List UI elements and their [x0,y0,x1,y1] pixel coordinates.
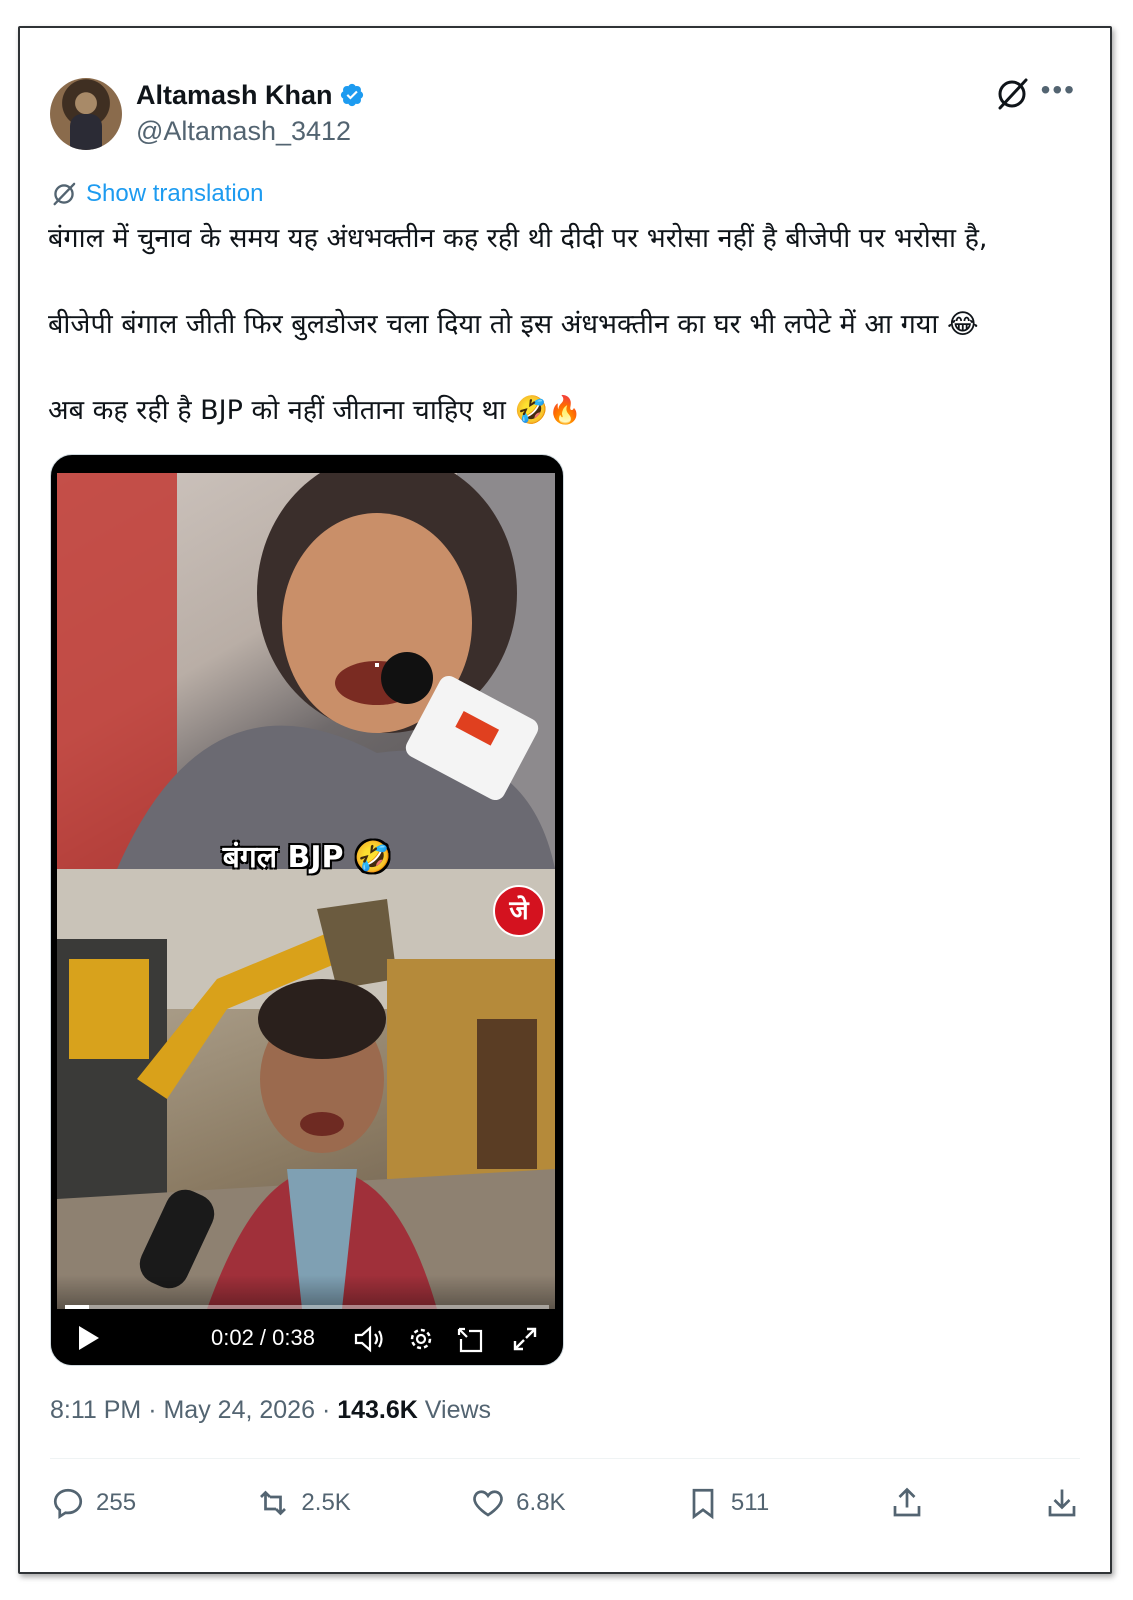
show-translation-link[interactable]: Show translation [50,180,263,208]
views-count: 143.6K [337,1396,418,1424]
download-button[interactable] [1044,1485,1080,1521]
repost-button[interactable]: 2.5K [255,1485,351,1521]
picture-in-picture-icon[interactable] [455,1325,485,1355]
like-count: 6.8K [516,1489,566,1516]
grok-icon[interactable] [994,76,1030,112]
reply-icon [53,1488,83,1520]
download-icon [1048,1489,1076,1517]
bookmark-icon [692,1488,714,1520]
more-icon[interactable]: ••• [1041,74,1076,106]
video-progress-fill [65,1305,90,1309]
divider [50,1458,1080,1459]
share-button[interactable] [889,1485,925,1521]
tweet-date[interactable]: May 24, 2026 [163,1396,315,1424]
grok-translate-icon [53,182,76,206]
tweet-card: Altamash Khan @Altamash_3412 ••• Show tr… [18,26,1112,1574]
author-handle[interactable]: @Altamash_3412 [136,116,351,147]
meta-separator: · [321,1396,338,1424]
video-player[interactable]: बंगल BJP 🤣 जे 0:02 / 0:38 [50,454,564,1366]
views-label: Views [424,1396,492,1424]
tweet-time[interactable]: 8:11 PM [50,1396,141,1424]
settings-gear-icon[interactable] [407,1325,435,1353]
verified-badge-icon [340,83,363,107]
video-controls: 0:02 / 0:38 [51,1275,563,1365]
channel-logo: जे [493,885,545,937]
tweet-text-line: बंगाल में चुनाव के समय यह अंधभक्तीन कह र… [48,223,988,254]
tweet-text-line: अब कह रही है BJP को नहीं जीताना चाहिए था… [48,395,582,426]
reply-button[interactable]: 255 [50,1485,136,1521]
tweet-meta: 8:11 PM · May 24, 2026 · 143.6K Views [50,1396,491,1425]
avatar[interactable] [50,78,122,150]
share-icon [893,1487,920,1517]
like-button[interactable]: 6.8K [470,1485,566,1521]
reply-count: 255 [96,1489,137,1516]
show-translation-label[interactable]: Show translation [86,180,263,208]
repost-icon [260,1490,287,1516]
tweet-text: बंगाल में चुनाव के समय यह अंधभक्तीन कह र… [48,218,1088,476]
tweet-text-line: बीजेपी बंगाल जीती फिर बुलडोजर चला दिया त… [48,309,979,340]
avatar-figure [70,114,102,150]
video-frame-interview [57,473,555,869]
video-frame-demolition [57,869,555,1309]
demolition-scene [57,869,555,1309]
meta-separator: · [148,1396,164,1424]
action-bar: 255 2.5K 6.8K 511 [50,1478,1080,1528]
repost-count: 2.5K [301,1489,351,1516]
video-caption: बंगल BJP 🤣 [222,840,392,875]
bookmark-button[interactable]: 511 [685,1485,769,1521]
interview-scene [57,473,555,869]
video-time: 0:02 / 0:38 [211,1325,315,1350]
play-icon[interactable] [77,1325,101,1351]
fullscreen-icon[interactable] [511,1325,539,1353]
author-name[interactable]: Altamash Khan [136,80,333,110]
heart-icon [473,1490,503,1517]
author-name-row[interactable]: Altamash Khan [136,80,365,111]
volume-icon[interactable] [353,1325,385,1353]
bookmark-count: 511 [730,1489,770,1516]
video-progress-bar[interactable] [65,1305,549,1309]
